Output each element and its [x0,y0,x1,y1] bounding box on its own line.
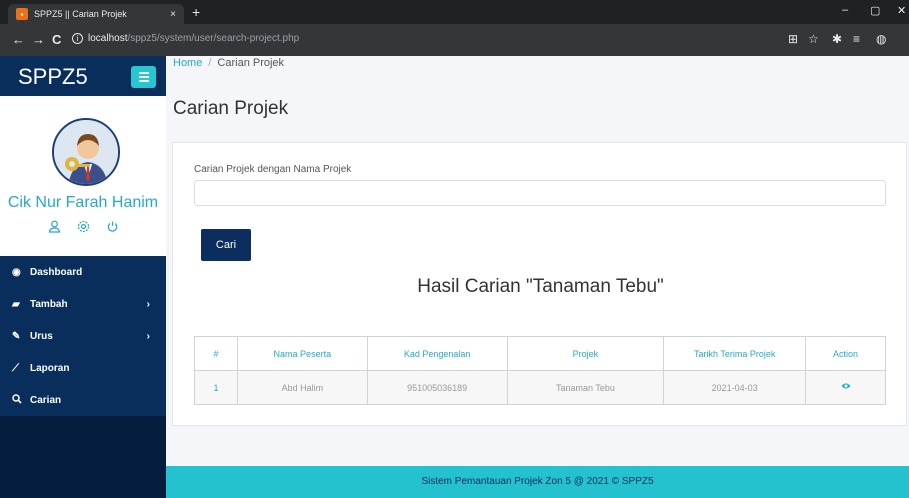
search-input[interactable] [194,180,886,206]
profile-user-icon[interactable] [48,220,61,236]
chevron-right-icon: › [146,298,150,310]
tab-title: SPPZ5 || Carian Projek [34,9,127,19]
user-avatar-icon [54,120,118,184]
url-path: /sppz5/system/user/search-project.php [127,33,300,44]
extensions-icon[interactable]: ✱ [832,32,842,46]
address-bar: ← → C i localhost/sppz5/system/user/sear… [0,24,909,56]
url-host: localhost [88,33,128,44]
back-icon[interactable]: ← [12,32,25,48]
avatar [52,118,120,186]
column-header: Kad Pengenalan [366,336,508,371]
minimize-icon[interactable]: – [842,4,848,16]
cell-tarikh: 2021-04-03 [663,370,807,405]
sidebar-item-label: Carian [30,394,62,406]
profile-actions [0,220,166,236]
breadcrumb-home-link[interactable]: Home [173,57,202,69]
table-row: 1 Abd Halim 951005036189 Tanaman Tebu 20… [194,370,886,405]
sidebar-item-dashboard[interactable]: ◉ Dashboard [0,256,166,288]
column-header: Tarikh Terima Projek [663,336,807,371]
view-eye-icon[interactable] [841,382,851,393]
sidebar-menu: ◉ Dashboard ▰ Tambah › ✎ Urus › ⟋ Lapora… [0,256,166,416]
tab-close-icon[interactable]: × [170,9,176,20]
sidebar-item-label: Tambah [30,298,68,310]
breadcrumb: Home / Carian Projek [173,57,284,69]
user-name: Cik Nur Farah Hanim [7,194,159,211]
column-header: Nama Peserta [236,336,368,371]
dashboard-icon: ◉ [12,266,21,278]
settings-gear-icon[interactable] [77,220,90,236]
sidebar-item-label: Urus [30,330,53,342]
row-index: 1 [194,370,238,405]
search-icon [12,393,30,407]
sidebar-item-label: Dashboard [30,266,83,278]
footer: Sistem Pemantauan Projek Zon 5 @ 2021 © … [166,466,909,498]
close-window-icon[interactable]: ✕ [897,4,906,17]
menu-toggle-button[interactable] [131,66,156,88]
sidebar-item-urus[interactable]: ✎ Urus › [0,320,166,352]
table-header-row: # Nama Peserta Kad Pengenalan Projek Tar… [194,336,886,371]
translate-icon[interactable]: ⊞ [788,32,798,46]
sidebar: SPPZ5 Cik Nur Farah Hanim ◉ Dashboard ▰ … [0,56,166,498]
cell-projek: Tanaman Tebu [506,370,665,405]
url-field[interactable]: localhost/sppz5/system/user/search-proje… [88,33,299,44]
cell-nama-peserta: Abd Halim [236,370,368,405]
power-logout-icon[interactable] [106,220,119,236]
profile-avatar-icon[interactable]: ◍ [876,32,886,46]
sidebar-item-carian[interactable]: Carian [0,384,166,416]
breadcrumb-current: Carian Projek [217,57,285,69]
user-profile: Cik Nur Farah Hanim [0,96,166,256]
column-header: Projek [506,336,665,371]
search-label: Carian Projek dengan Nama Projek [194,164,352,175]
bookmark-star-icon[interactable]: ☆ [808,32,819,46]
breadcrumb-separator: / [208,57,212,69]
search-card: Carian Projek dengan Nama Projek Cari Ha… [172,142,907,426]
results-title: Hasil Carian "Tanaman Tebu" [417,276,664,297]
browser-tab[interactable]: ▪ SPPZ5 || Carian Projek × [8,4,184,24]
site-info-icon[interactable]: i [72,33,83,44]
sidebar-item-laporan[interactable]: ⟋ Laporan [0,352,166,384]
sidebar-brand: SPPZ5 [0,56,166,96]
results-table: # Nama Peserta Kad Pengenalan Projek Tar… [194,336,886,405]
forward-icon[interactable]: → [32,32,45,48]
new-tab-button[interactable]: + [192,4,200,20]
column-header: # [194,336,238,371]
page-title: Carian Projek [173,98,289,119]
cell-kad-pengenalan: 951005036189 [366,370,508,405]
column-header: Action [805,336,886,371]
chart-line-icon: ⟋ [12,362,19,374]
cell-action [805,370,886,405]
edit-icon: ✎ [12,330,21,342]
book-icon: ▰ [12,298,20,310]
reading-list-icon[interactable]: ≡ [853,32,860,46]
chevron-right-icon: › [146,330,150,342]
sidebar-item-tambah[interactable]: ▰ Tambah › [0,288,166,320]
browser-tabbar: ▪ SPPZ5 || Carian Projek × + – ▢ ✕ [0,0,909,24]
search-button[interactable]: Cari [201,229,251,261]
brand-logo-text[interactable]: SPPZ5 [18,64,88,90]
maximize-icon[interactable]: ▢ [870,4,880,17]
sidebar-item-label: Laporan [30,362,70,374]
sidebar-bottom [0,416,166,498]
favicon-icon: ▪ [16,8,28,20]
reload-icon[interactable]: C [52,32,61,48]
